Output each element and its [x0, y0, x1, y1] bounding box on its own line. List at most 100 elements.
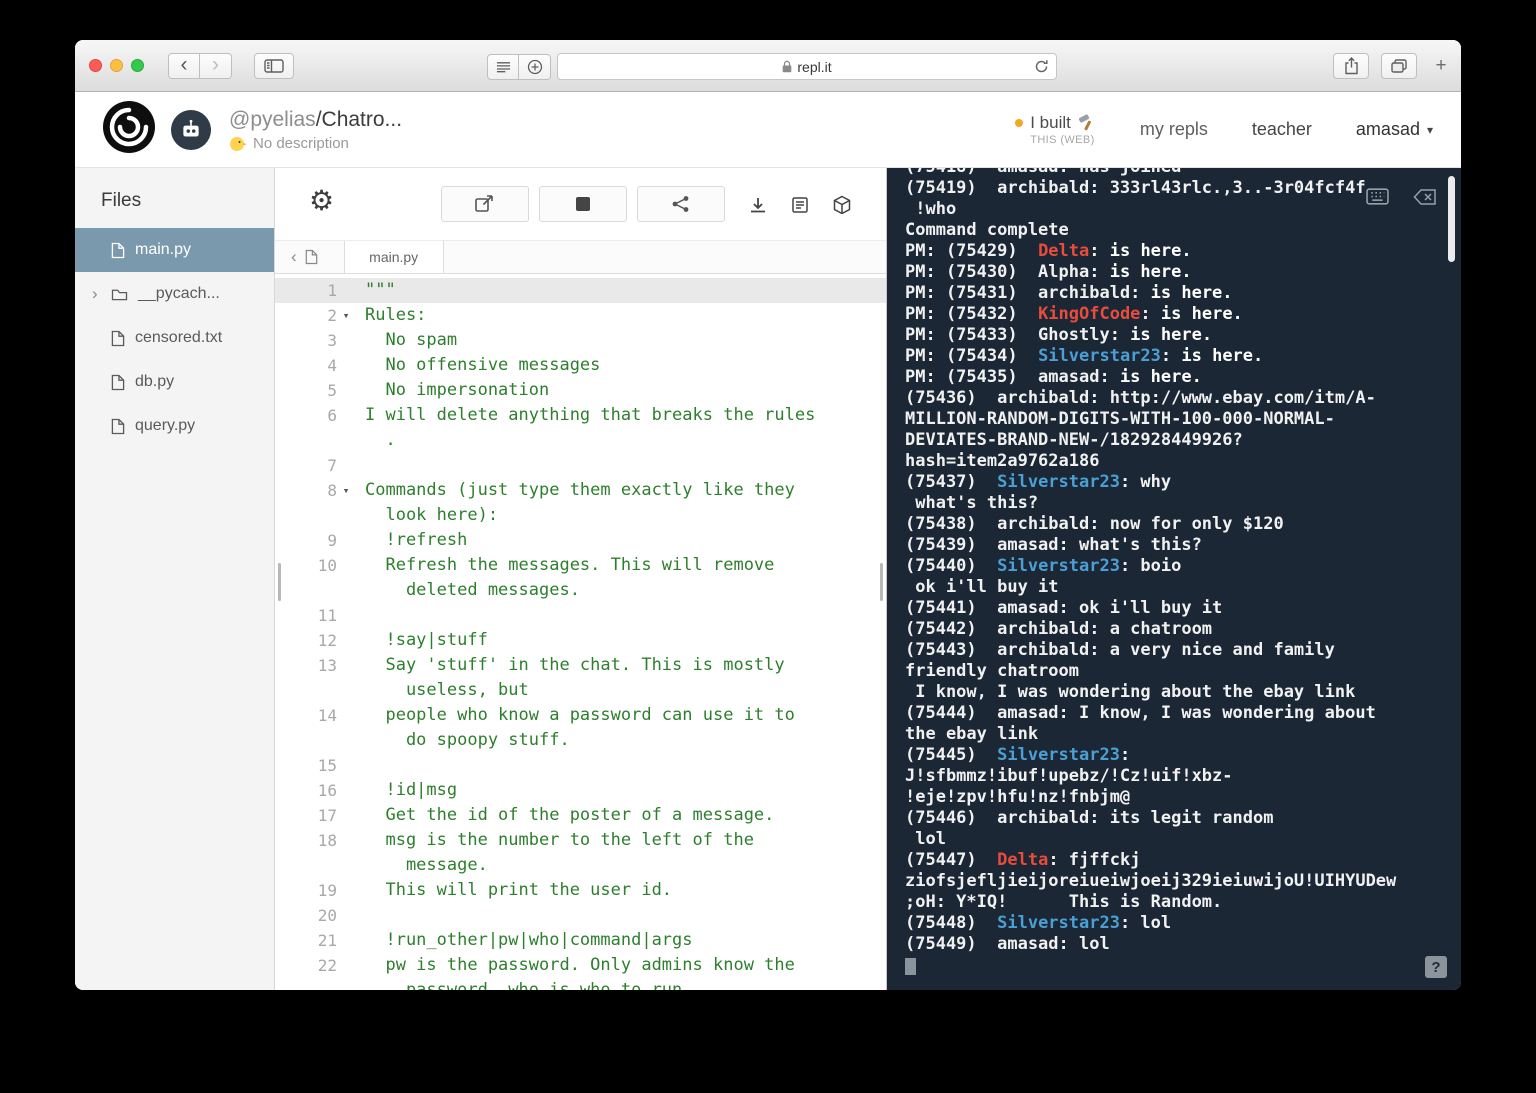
- code-row-12[interactable]: 12 !say|stuff: [275, 628, 886, 653]
- file-name: main.py: [135, 241, 192, 258]
- robot-icon: [183, 119, 199, 137]
- code-text: !id|msg: [365, 780, 458, 800]
- back-button[interactable]: ‹: [168, 52, 200, 79]
- file-item-main-py[interactable]: main.py: [75, 228, 274, 272]
- clear-console-button[interactable]: [1413, 188, 1437, 210]
- keyboard-icon: [1366, 188, 1389, 205]
- file-item-query-py[interactable]: query.py: [75, 404, 274, 448]
- code-row-18[interactable]: message.: [275, 853, 886, 878]
- line-number: 17: [317, 806, 337, 825]
- address-bar[interactable]: repl.it: [557, 53, 1057, 80]
- stop-button[interactable]: [539, 186, 627, 222]
- terminal-line: (75446) archibald: its legit random: [905, 808, 1274, 828]
- terminal-line: I know, I was wondering about the ebay l…: [905, 682, 1356, 702]
- line-number: 3: [327, 331, 337, 350]
- editor-scrollbar-right[interactable]: [880, 563, 883, 601]
- repl-title[interactable]: @pyelias/Chatro...: [229, 108, 402, 132]
- code-row-10[interactable]: deleted messages.: [275, 578, 886, 603]
- replit-logo[interactable]: [103, 101, 155, 158]
- file-item--pycach-[interactable]: › __pycach...: [75, 272, 274, 316]
- code-row-15[interactable]: 15: [275, 753, 886, 778]
- sidebar-toggle-button[interactable]: [254, 52, 294, 79]
- news-icon: [792, 196, 808, 213]
- settings-gear-button[interactable]: ⚙: [309, 187, 334, 215]
- keyboard-shortcuts-button[interactable]: [1366, 188, 1389, 210]
- terminal-line: !eje!zpv!hfu!nz!fnbjm@: [905, 787, 1131, 807]
- code-row-6[interactable]: .: [275, 428, 886, 453]
- console-help-button[interactable]: ?: [1425, 956, 1447, 978]
- code-row-14[interactable]: 14 people who know a password can use it…: [275, 703, 886, 728]
- share-icon: [1344, 57, 1358, 75]
- share-button[interactable]: [1333, 53, 1369, 79]
- code-row-1[interactable]: 1 """: [275, 278, 886, 303]
- packages-button[interactable]: [833, 195, 851, 219]
- code-row-4[interactable]: 4 No offensive messages: [275, 353, 886, 378]
- reading-list-button[interactable]: [487, 53, 519, 80]
- code-row-16[interactable]: 16 !id|msg: [275, 778, 886, 803]
- line-number: 2: [327, 306, 337, 325]
- console-scrollbar[interactable]: [1448, 176, 1455, 262]
- changelog-button[interactable]: [791, 196, 809, 219]
- editor-scrollbar-left[interactable]: [278, 563, 281, 601]
- nav-my-repls[interactable]: my repls: [1140, 119, 1208, 140]
- code-row-9[interactable]: 9 !refresh: [275, 528, 886, 553]
- fold-arrow-icon[interactable]: ▾: [337, 303, 355, 328]
- tab-back-button[interactable]: ‹: [291, 248, 297, 267]
- avatar[interactable]: [171, 109, 211, 150]
- terminal-line: Command complete: [905, 220, 1069, 240]
- browser-window: ‹ › repl.it + @pyelias/Chatro... No desc…: [75, 40, 1461, 990]
- nav-teacher[interactable]: teacher: [1252, 119, 1312, 140]
- file-name: db.py: [135, 373, 175, 390]
- share-repl-button[interactable]: [637, 186, 725, 222]
- tab-main-py[interactable]: main.py: [343, 241, 444, 273]
- console-panel[interactable]: (75418) amasad: has joined(75419) archib…: [887, 168, 1461, 990]
- code-editor[interactable]: 1 """ 2 ▾ Rules: 3 No spam 4 No offensive mess…: [275, 274, 886, 990]
- chick-emoji-icon: [230, 136, 246, 151]
- code-row-22[interactable]: 22 pw is the password. Only admins know …: [275, 953, 886, 978]
- built-with-badge[interactable]: I built THIS (WEB): [1015, 113, 1096, 146]
- code-row-2[interactable]: 2 ▾ Rules:: [275, 303, 886, 328]
- code-row-18[interactable]: 18 msg is the number to the left of the: [275, 828, 886, 853]
- code-row-8[interactable]: look here):: [275, 503, 886, 528]
- code-row-7[interactable]: 7: [275, 453, 886, 478]
- download-button[interactable]: [749, 196, 767, 219]
- code-row-20[interactable]: 20: [275, 903, 886, 928]
- code-text: Rules:: [365, 305, 427, 325]
- code-row-17[interactable]: 17 Get the id of the poster of a message…: [275, 803, 886, 828]
- code-row-13[interactable]: useless, but: [275, 678, 886, 703]
- zoom-window-button[interactable]: [131, 59, 144, 72]
- code-row-6[interactable]: 6 I will delete anything that breaks the …: [275, 403, 886, 428]
- add-to-reading-list-button[interactable]: [519, 53, 551, 80]
- minimize-window-button[interactable]: [110, 59, 123, 72]
- file-item-censored-txt[interactable]: censored.txt: [75, 316, 274, 360]
- code-row-22[interactable]: password. who is who to run: [275, 978, 886, 990]
- code-row-5[interactable]: 5 No impersonation: [275, 378, 886, 403]
- code-row-14[interactable]: do spoopy stuff.: [275, 728, 886, 753]
- code-row-13[interactable]: 13 Say 'stuff' in the chat. This is most…: [275, 653, 886, 678]
- export-button[interactable]: [441, 186, 529, 222]
- code-row-3[interactable]: 3 No spam: [275, 328, 886, 353]
- forward-button[interactable]: ›: [200, 52, 232, 79]
- code-text: !run_other|pw|who|command|args: [365, 930, 693, 950]
- fold-arrow-icon[interactable]: ▾: [337, 478, 355, 503]
- user-menu[interactable]: amasad ▾: [1356, 119, 1433, 140]
- replit-header: @pyelias/Chatro... No description I buil…: [75, 92, 1461, 168]
- reload-button[interactable]: [1034, 59, 1049, 77]
- new-tab-button[interactable]: +: [1429, 53, 1453, 79]
- repl-name: /Chatro...: [315, 107, 403, 131]
- file-item-db-py[interactable]: db.py: [75, 360, 274, 404]
- package-cube-icon: [833, 195, 851, 215]
- code-row-11[interactable]: 11: [275, 603, 886, 628]
- code-row-21[interactable]: 21 !run_other|pw|who|command|args: [275, 928, 886, 953]
- close-window-button[interactable]: [89, 59, 102, 72]
- main-content: Files main.py › __pycach... censored.txt db.…: [75, 168, 1461, 990]
- code-row-8[interactable]: 8 ▾ Commands (just type them exactly like …: [275, 478, 886, 503]
- terminal-line: ;oH: Y*IQ! This is Random.: [905, 892, 1223, 912]
- tab-overview-button[interactable]: [1381, 53, 1417, 79]
- code-row-10[interactable]: 10 Refresh the messages. This will remov…: [275, 553, 886, 578]
- code-text: people who know a password can use it to: [365, 705, 795, 725]
- code-row-19[interactable]: 19 This will print the user id.: [275, 878, 886, 903]
